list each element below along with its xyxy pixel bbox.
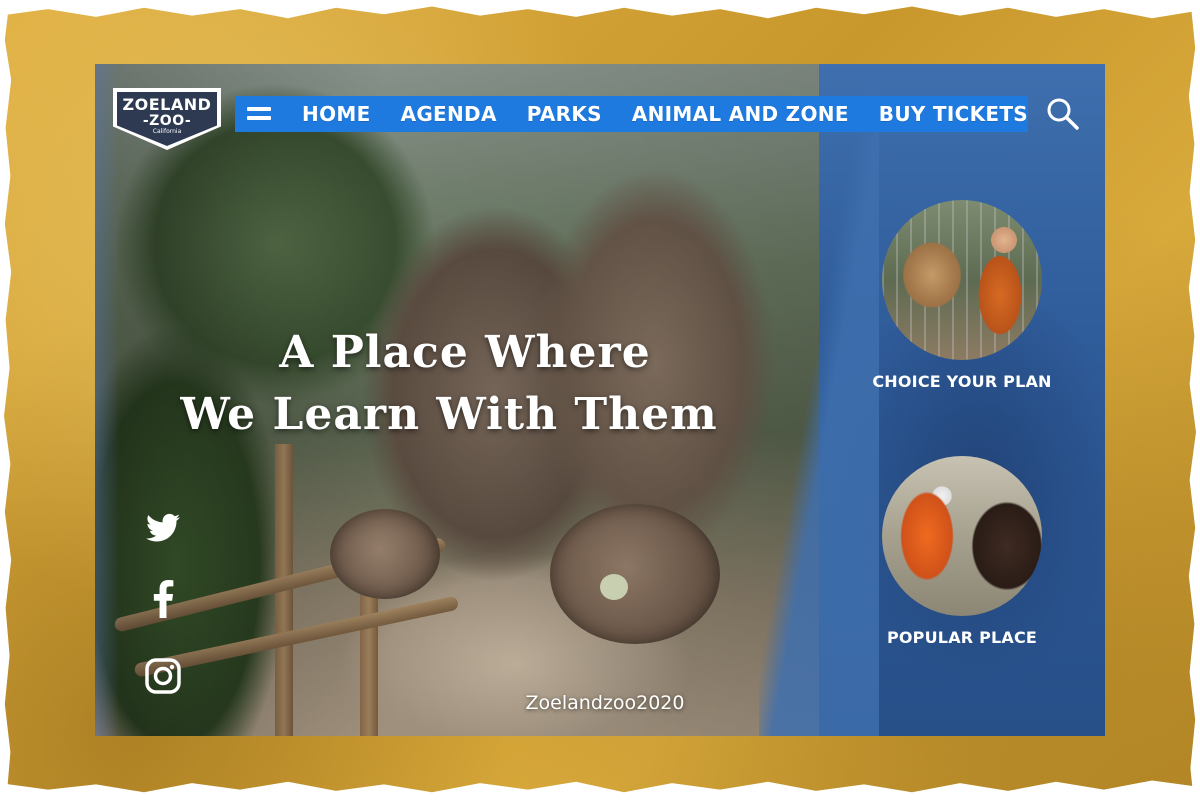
logo-location: California	[152, 128, 182, 135]
kid-feeding-deer-image	[882, 200, 1042, 360]
popular-place-card[interactable]: POPULAR PLACE	[819, 456, 1105, 647]
hero-heading: A Place Where We Learn With Them	[155, 322, 775, 446]
nav-buy-tickets[interactable]: BUY TICKETS	[879, 102, 1028, 126]
social-handle: Zoelandzoo2020	[525, 692, 685, 714]
twitter-icon[interactable]	[143, 508, 183, 548]
website-screen: CHOICE YOUR PLAN POPULAR PLACE ZOELAND -…	[95, 64, 1105, 736]
logo-subtitle: -ZOO-	[142, 113, 192, 129]
choice-your-plan-card[interactable]: CHOICE YOUR PLAN	[819, 200, 1105, 391]
main-nav: HOME AGENDA PARKS ANIMAL AND ZONE BUY TI…	[235, 96, 1028, 132]
nav-animal-and-zone[interactable]: ANIMAL AND ZONE	[632, 102, 849, 126]
search-icon[interactable]	[1043, 94, 1083, 134]
facebook-icon[interactable]	[143, 579, 183, 619]
hero-line-2: We Learn With Them	[180, 389, 718, 440]
hamburger-menu-icon[interactable]	[247, 105, 271, 123]
choice-your-plan-label: CHOICE YOUR PLAN	[872, 372, 1052, 391]
hero-line-1: A Place Where	[279, 327, 651, 378]
popular-place-label: POPULAR PLACE	[886, 628, 1038, 647]
right-panel: CHOICE YOUR PLAN POPULAR PLACE	[759, 64, 1105, 736]
nav-home[interactable]: HOME	[302, 102, 371, 126]
logo-title: ZOELAND	[122, 95, 212, 114]
instagram-icon[interactable]	[143, 656, 183, 696]
nav-parks[interactable]: PARKS	[527, 102, 602, 126]
kid-feeding-horse-image	[882, 456, 1042, 616]
nav-agenda[interactable]: AGENDA	[401, 102, 497, 126]
left-blue-strip	[95, 64, 119, 736]
